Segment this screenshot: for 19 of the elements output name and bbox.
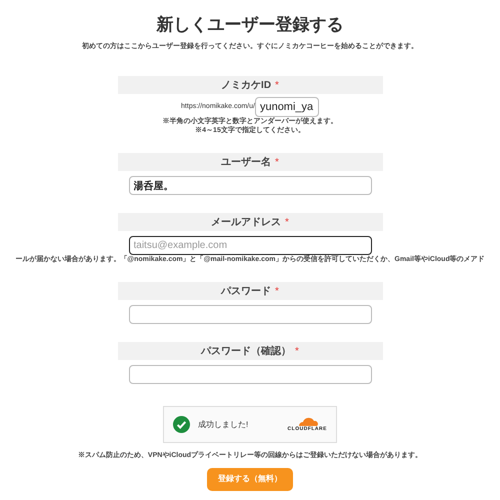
required-mark: *	[275, 284, 279, 298]
text-field[interactable]: taitsu@example.com	[128, 236, 372, 255]
field-label: メールアドレス	[211, 216, 282, 230]
field-label: ノミカケID	[221, 78, 272, 92]
field-label: パスワード	[221, 284, 272, 298]
page-title: 新しくユーザー登録する	[156, 14, 344, 36]
password-field[interactable]	[128, 365, 372, 384]
field-label: パスワード（確認）	[201, 344, 292, 358]
required-mark: *	[295, 344, 299, 358]
cloud-icon	[296, 416, 318, 426]
text-field[interactable]: 湯呑屋。	[128, 176, 372, 195]
required-mark: *	[275, 156, 279, 170]
check-circle-icon	[173, 416, 190, 433]
required-mark: *	[275, 78, 279, 92]
id-field[interactable]: yunomi_ya	[254, 97, 319, 117]
captcha-status: 成功しました!	[198, 418, 248, 430]
required-mark: *	[285, 216, 289, 230]
password-field[interactable]	[128, 305, 372, 324]
field-label: ユーザー名	[221, 156, 272, 170]
